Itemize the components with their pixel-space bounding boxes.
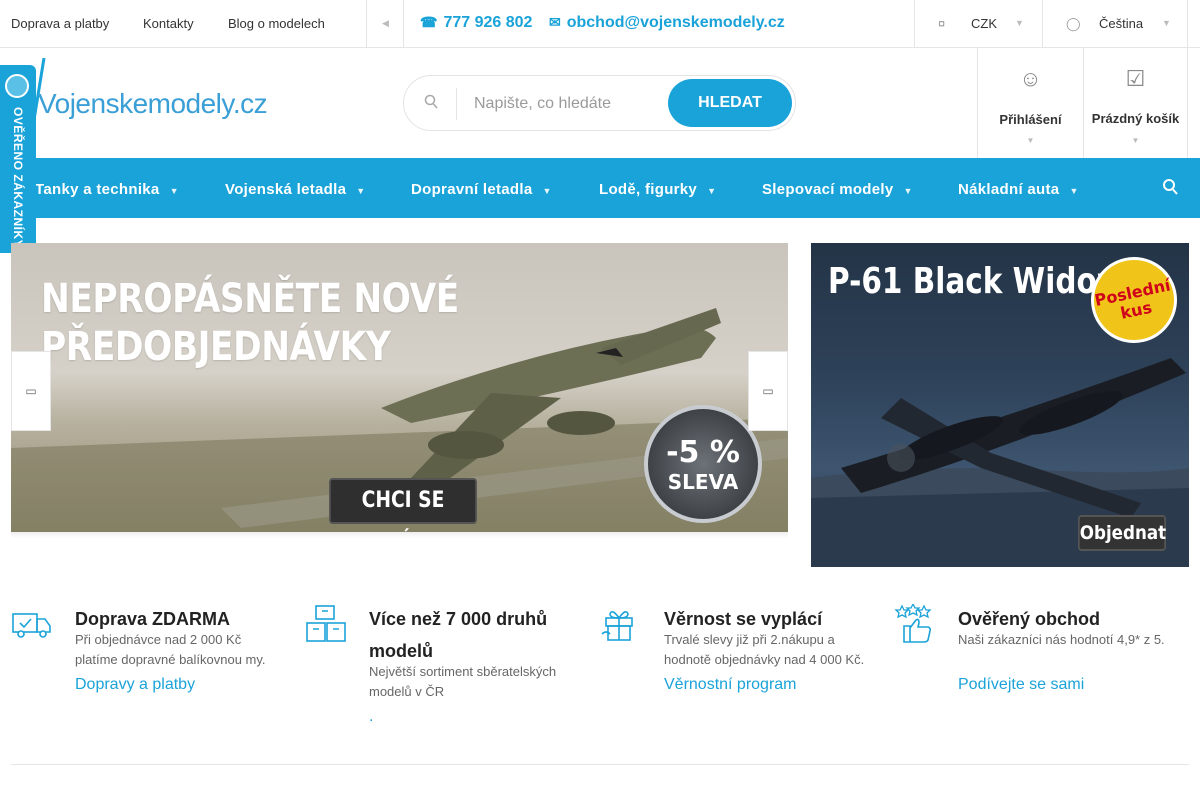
topbar-link-shipping[interactable]: Doprava a platby [11, 16, 109, 31]
login-button[interactable]: ☺ Přihlášení ▼ [977, 48, 1083, 158]
search-bar: HLEDAT [403, 75, 796, 131]
nav-item-ships-figures[interactable]: Lodě, figurky ▼ [599, 181, 716, 198]
search-button[interactable]: HLEDAT [668, 79, 792, 127]
currency-icon: ¤ [938, 16, 946, 31]
globe-icon: ◯ [1066, 16, 1081, 31]
slider-cta-button[interactable]: CHCI SE PODÍVAT [329, 478, 477, 532]
side-banner-title: P-61 Black Widow [828, 261, 1125, 302]
cart-label: Prázdný košík [1091, 111, 1180, 126]
search-icon [424, 94, 438, 109]
nav-item-military-aircraft[interactable]: Vojenská letadla ▼ [225, 181, 365, 198]
divider [1187, 0, 1188, 48]
topbar-link-contacts[interactable]: Kontakty [143, 16, 194, 31]
side-banner[interactable]: P-61 Black Widow Poslední kus Objednat [811, 243, 1189, 567]
site-logo[interactable]: Vojenskemodely.cz [38, 88, 268, 120]
language-selector[interactable]: Čeština [1099, 16, 1143, 31]
email-link[interactable]: ✉ obchod@vojenskemodely.cz [549, 14, 785, 32]
chevron-down-icon: ▼ [903, 186, 913, 196]
search-input[interactable] [464, 86, 664, 122]
reviews-link[interactable]: Podívejte se sami [958, 676, 1084, 694]
main-nav: Tanky a technika ▼ Vojenská letadla ▼ Dopr… [0, 158, 1200, 218]
nav-search-icon[interactable] [1162, 178, 1178, 196]
chevron-down-icon: ▼ [169, 186, 179, 196]
slider-prev-arrow-icon[interactable]: ▭ [11, 351, 51, 431]
phone-number: 777 926 802 [443, 14, 533, 31]
verified-badge-label: OVĚŘENO ZÁKAZNÍKY [11, 107, 25, 249]
boxes-icon [306, 605, 346, 642]
shipping-payment-link[interactable]: Dopravy a platby [75, 676, 195, 694]
feature-text: Největší sortiment sběratelských modelů … [369, 664, 557, 699]
chevron-down-icon: ▼ [1162, 18, 1171, 28]
truck-icon [12, 613, 51, 638]
slider-shadow [11, 532, 788, 538]
loyalty-program-link[interactable]: Věrnostní program [664, 676, 797, 694]
feature-text: Naši zákazníci nás hodnotí 4,9* z 5. [958, 632, 1165, 647]
thumbs-up-stars-icon [894, 604, 932, 643]
order-button[interactable]: Objednat [1078, 515, 1166, 551]
feature-text: Trvalé slevy již při 2.nákupu a hodnotě … [664, 632, 865, 667]
email-address: obchod@vojenskemodely.cz [566, 14, 785, 31]
nav-item-trucks[interactable]: Nákladní auta ▼ [958, 181, 1079, 198]
mail-icon: ✉ [549, 14, 561, 30]
chevron-down-icon: ▼ [1015, 18, 1024, 28]
chevron-down-icon: ▼ [356, 186, 366, 196]
more-links-chevron-icon[interactable]: ◀ [382, 18, 389, 29]
divider [914, 0, 915, 48]
gift-icon [601, 610, 633, 641]
divider [403, 0, 404, 48]
feature-text: Při objednávce nad 2 000 Kč platíme dopr… [75, 632, 266, 667]
cart-button[interactable]: ☑ Prázdný košík ▼ [1083, 48, 1188, 158]
topbar-link-blog[interactable]: Blog o modelech [228, 16, 325, 31]
chevron-down-icon: ▼ [542, 186, 552, 196]
nav-item-tanks[interactable]: Tanky a technika ▼ [35, 181, 179, 198]
chevron-down-icon: ▼ [1131, 136, 1140, 145]
phone-link[interactable]: ☎ 777 926 802 [420, 14, 532, 32]
phone-icon: ☎ [420, 14, 438, 30]
divider [1042, 0, 1043, 48]
divider [456, 88, 457, 120]
nav-item-kits[interactable]: Slepovací modely ▼ [762, 181, 913, 198]
hero-slider[interactable]: NEPROPÁSNĚTE NOVÉ PŘEDOBJEDNÁVKY CHCI SE… [11, 243, 788, 532]
nav-item-airliners[interactable]: Dopravní letadla ▼ [411, 181, 552, 198]
cart-icon: ☑ [1125, 66, 1146, 91]
assortment-link[interactable]: . [369, 708, 373, 726]
slider-next-arrow-icon[interactable]: ▭ [748, 351, 788, 431]
divider [11, 764, 1189, 765]
top-bar: Doprava a platby Kontakty Blog o modelec… [0, 0, 1200, 48]
slider-title: NEPROPÁSNĚTE NOVÉ PŘEDOBJEDNÁVKY [41, 276, 459, 370]
verified-badge[interactable]: OVĚŘENO ZÁKAZNÍKY [0, 65, 36, 253]
login-label: Přihlášení [999, 112, 1062, 127]
chevron-down-icon: ▼ [1069, 186, 1079, 196]
chevron-down-icon: ▼ [707, 186, 717, 196]
currency-selector[interactable]: CZK [971, 16, 997, 31]
user-icon: ☺ [1019, 66, 1042, 91]
feature-title: Více než 7 000 druhů modelů [369, 609, 548, 661]
divider [366, 0, 367, 48]
chevron-down-icon: ▼ [1026, 136, 1035, 145]
discount-badge: -5 % SLEVA [644, 405, 762, 523]
verified-seal-icon [5, 74, 29, 98]
